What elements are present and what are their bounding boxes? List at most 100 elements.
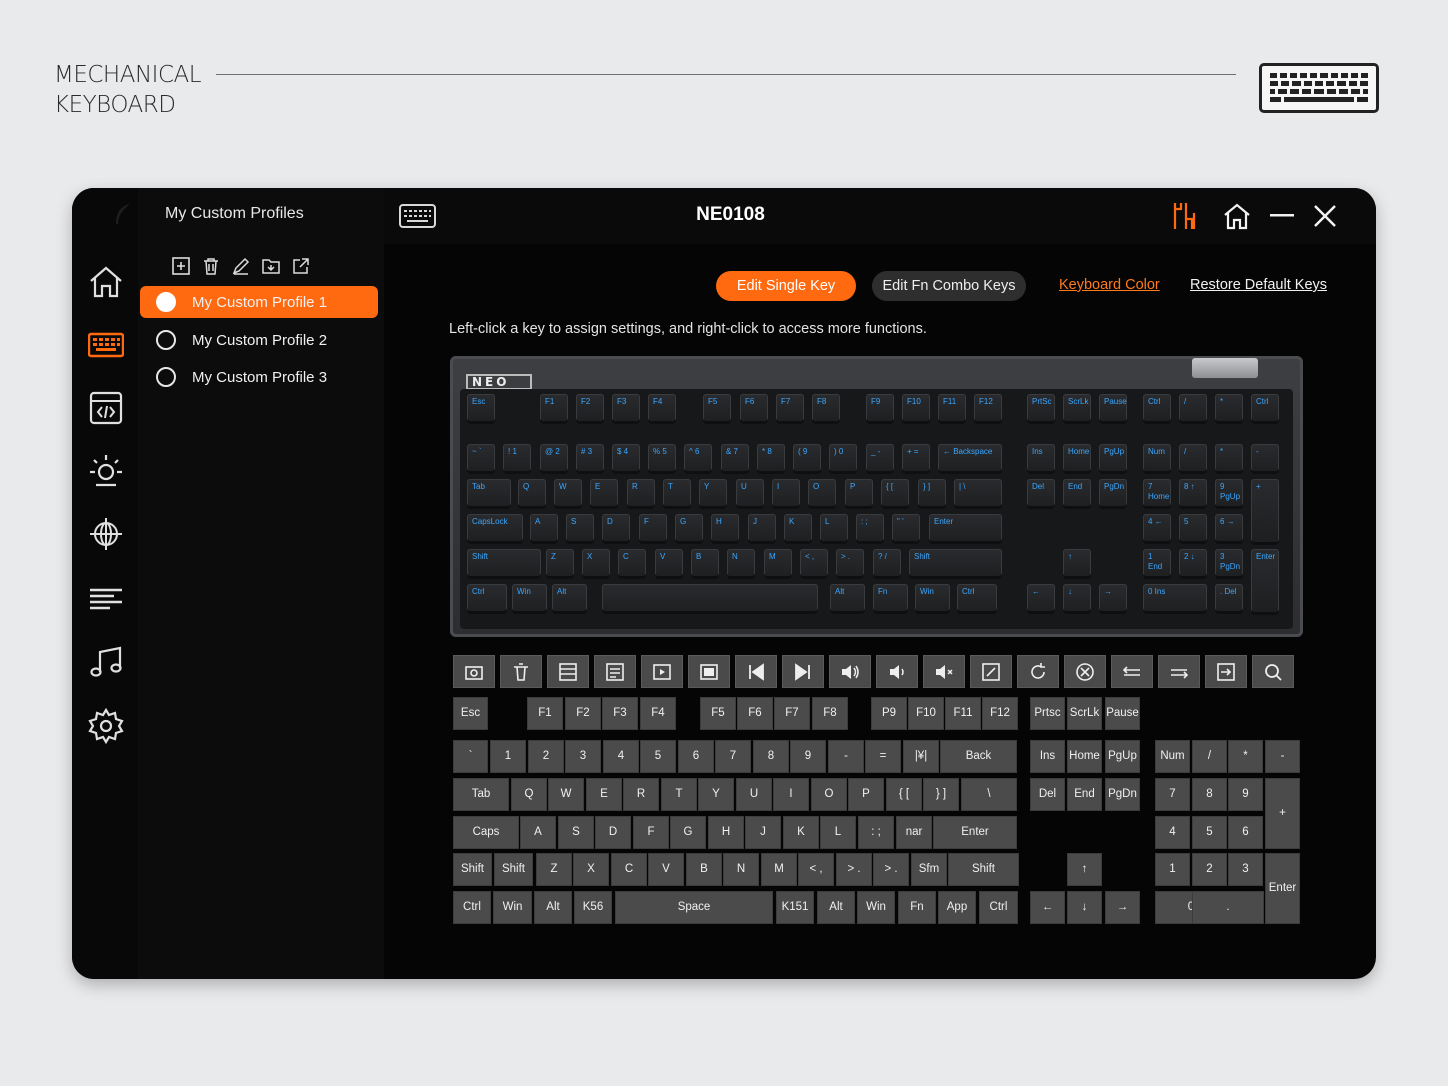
key[interactable]: →	[1105, 891, 1140, 924]
keyboard-preview-key[interactable]: ? /	[873, 549, 901, 579]
next-track-icon[interactable]	[782, 655, 824, 688]
keyboard-preview-key[interactable]: Fn	[873, 584, 908, 614]
keyboard-icon[interactable]	[399, 204, 436, 228]
key[interactable]: 4	[603, 740, 639, 773]
keyboard-preview-key[interactable]: F6	[740, 394, 768, 424]
key[interactable]: F6	[737, 697, 773, 730]
key[interactable]: N	[723, 853, 759, 886]
music-icon[interactable]	[88, 644, 124, 680]
key[interactable]: =	[865, 740, 901, 773]
keyboard-preview-key[interactable]: Win	[512, 584, 547, 614]
keyboard-preview-key[interactable]: % 5	[648, 444, 676, 474]
keyboard-preview-key[interactable]: Alt	[552, 584, 587, 614]
key[interactable]: 5	[640, 740, 676, 773]
key[interactable]: K56	[574, 891, 612, 924]
key[interactable]: F7	[774, 697, 810, 730]
keyboard-preview-key[interactable]: < ,	[800, 549, 828, 579]
keyboard-preview-key[interactable]: 0 Ins	[1143, 584, 1207, 614]
key[interactable]: : ;	[858, 816, 894, 849]
key[interactable]: 2	[528, 740, 564, 773]
keyboard-preview-key[interactable]: Ctrl	[1251, 394, 1279, 424]
keyboard-preview-key[interactable]: ScrLk	[1063, 394, 1091, 424]
mute-icon[interactable]	[923, 655, 965, 688]
key[interactable]: V	[648, 853, 684, 886]
key[interactable]: Shift	[948, 853, 1019, 886]
keyboard-preview-key[interactable]: /	[1179, 444, 1207, 474]
macro-icon[interactable]	[88, 390, 124, 426]
key[interactable]: Q	[511, 778, 547, 811]
keyboard-preview-key[interactable]: *	[1215, 444, 1243, 474]
network-icon[interactable]	[88, 516, 124, 552]
key[interactable]: \	[961, 778, 1017, 811]
keyboard-preview-key[interactable]: $ 4	[612, 444, 640, 474]
calculator-icon[interactable]	[547, 655, 589, 688]
key[interactable]: 1	[490, 740, 526, 773]
keyboard-preview-key[interactable]: J	[748, 514, 776, 544]
keyboard-preview-key[interactable]: 8 ↑	[1179, 479, 1207, 509]
keyboard-preview-key[interactable]: X	[582, 549, 610, 579]
key[interactable]: 7	[1155, 778, 1190, 811]
keyboard-preview-key[interactable]: F2	[576, 394, 604, 424]
keyboard-preview-key[interactable]: B	[691, 549, 719, 579]
key[interactable]: A	[520, 816, 556, 849]
keyboard-preview-key[interactable]: @ 2	[540, 444, 568, 474]
key[interactable]: Win	[493, 891, 532, 924]
keyboard-preview-key[interactable]	[602, 584, 818, 614]
key[interactable]: Enter	[933, 816, 1017, 849]
key[interactable]: +	[1265, 778, 1300, 849]
volume-down-icon[interactable]	[876, 655, 918, 688]
key[interactable]: Space	[615, 891, 773, 924]
key[interactable]: Ctrl	[453, 891, 491, 924]
keyboard-preview-key[interactable]: PgDn	[1099, 479, 1127, 509]
driver-settings-icon[interactable]	[1170, 200, 1200, 232]
keyboard-preview-key[interactable]: # 3	[576, 444, 604, 474]
key[interactable]: PgUp	[1105, 740, 1140, 773]
radio-unselected[interactable]	[156, 330, 176, 350]
keyboard-preview-key[interactable]: F1	[540, 394, 568, 424]
key[interactable]: Ctrl	[979, 891, 1018, 924]
keyboard-preview-key[interactable]: 9 PgUp	[1215, 479, 1243, 509]
keyboard-preview-key[interactable]: O	[808, 479, 836, 509]
profile-item-3[interactable]: My Custom Profile 3	[140, 361, 378, 393]
keyboard-preview-key[interactable]: 6 →	[1215, 514, 1243, 544]
keyboard-preview-key[interactable]: -	[1251, 444, 1279, 474]
key[interactable]: F5	[700, 697, 736, 730]
keyboard-preview-key[interactable]: Pause	[1099, 394, 1127, 424]
key[interactable]: G	[670, 816, 706, 849]
key[interactable]: Fn	[898, 891, 936, 924]
keyboard-preview-key[interactable]: 1 End	[1143, 549, 1171, 579]
edit-fn-combo-button[interactable]: Edit Fn Combo Keys	[872, 271, 1026, 301]
keyboard-preview-key[interactable]: & 7	[721, 444, 749, 474]
home-icon[interactable]	[88, 264, 124, 300]
keyboard-preview-key[interactable]: F3	[612, 394, 640, 424]
keyboard-preview-key[interactable]: Alt	[830, 584, 865, 614]
key[interactable]: W	[548, 778, 584, 811]
keyboard-preview-key[interactable]: Ctrl	[957, 584, 997, 614]
keyboard-preview-key[interactable]: *	[1215, 394, 1243, 424]
key[interactable]: PgDn	[1105, 778, 1140, 811]
key[interactable]: Ins	[1030, 740, 1065, 773]
key[interactable]: Caps	[453, 816, 519, 849]
keyboard-preview-key[interactable]: + =	[902, 444, 930, 474]
keyboard-preview-key[interactable]: ) 0	[829, 444, 857, 474]
key[interactable]: Sfm	[911, 853, 947, 886]
keyboard-preview-key[interactable]: F11	[938, 394, 966, 424]
settings-icon[interactable]	[88, 708, 124, 744]
keyboard-preview-key[interactable]: Enter	[1251, 549, 1279, 615]
edit-single-key-button[interactable]: Edit Single Key	[716, 271, 856, 301]
keyboard-preview-key[interactable]: I	[772, 479, 800, 509]
key[interactable]: K	[783, 816, 819, 849]
keyboard-preview-key[interactable]: Q	[518, 479, 546, 509]
key[interactable]: { [	[886, 778, 922, 811]
keyboard-preview-key[interactable]: Enter	[929, 514, 1002, 544]
cancel-icon[interactable]	[1064, 655, 1106, 688]
key[interactable]: Alt	[534, 891, 572, 924]
key[interactable]: H	[708, 816, 744, 849]
keyboard-preview-key[interactable]: : ;	[856, 514, 884, 544]
radio-unselected[interactable]	[156, 367, 176, 387]
previous-track-icon[interactable]	[735, 655, 777, 688]
keyboard-preview-key[interactable]: F9	[866, 394, 894, 424]
key[interactable]: B	[686, 853, 722, 886]
keyboard-preview-key[interactable]: E	[590, 479, 618, 509]
key[interactable]: Y	[698, 778, 734, 811]
